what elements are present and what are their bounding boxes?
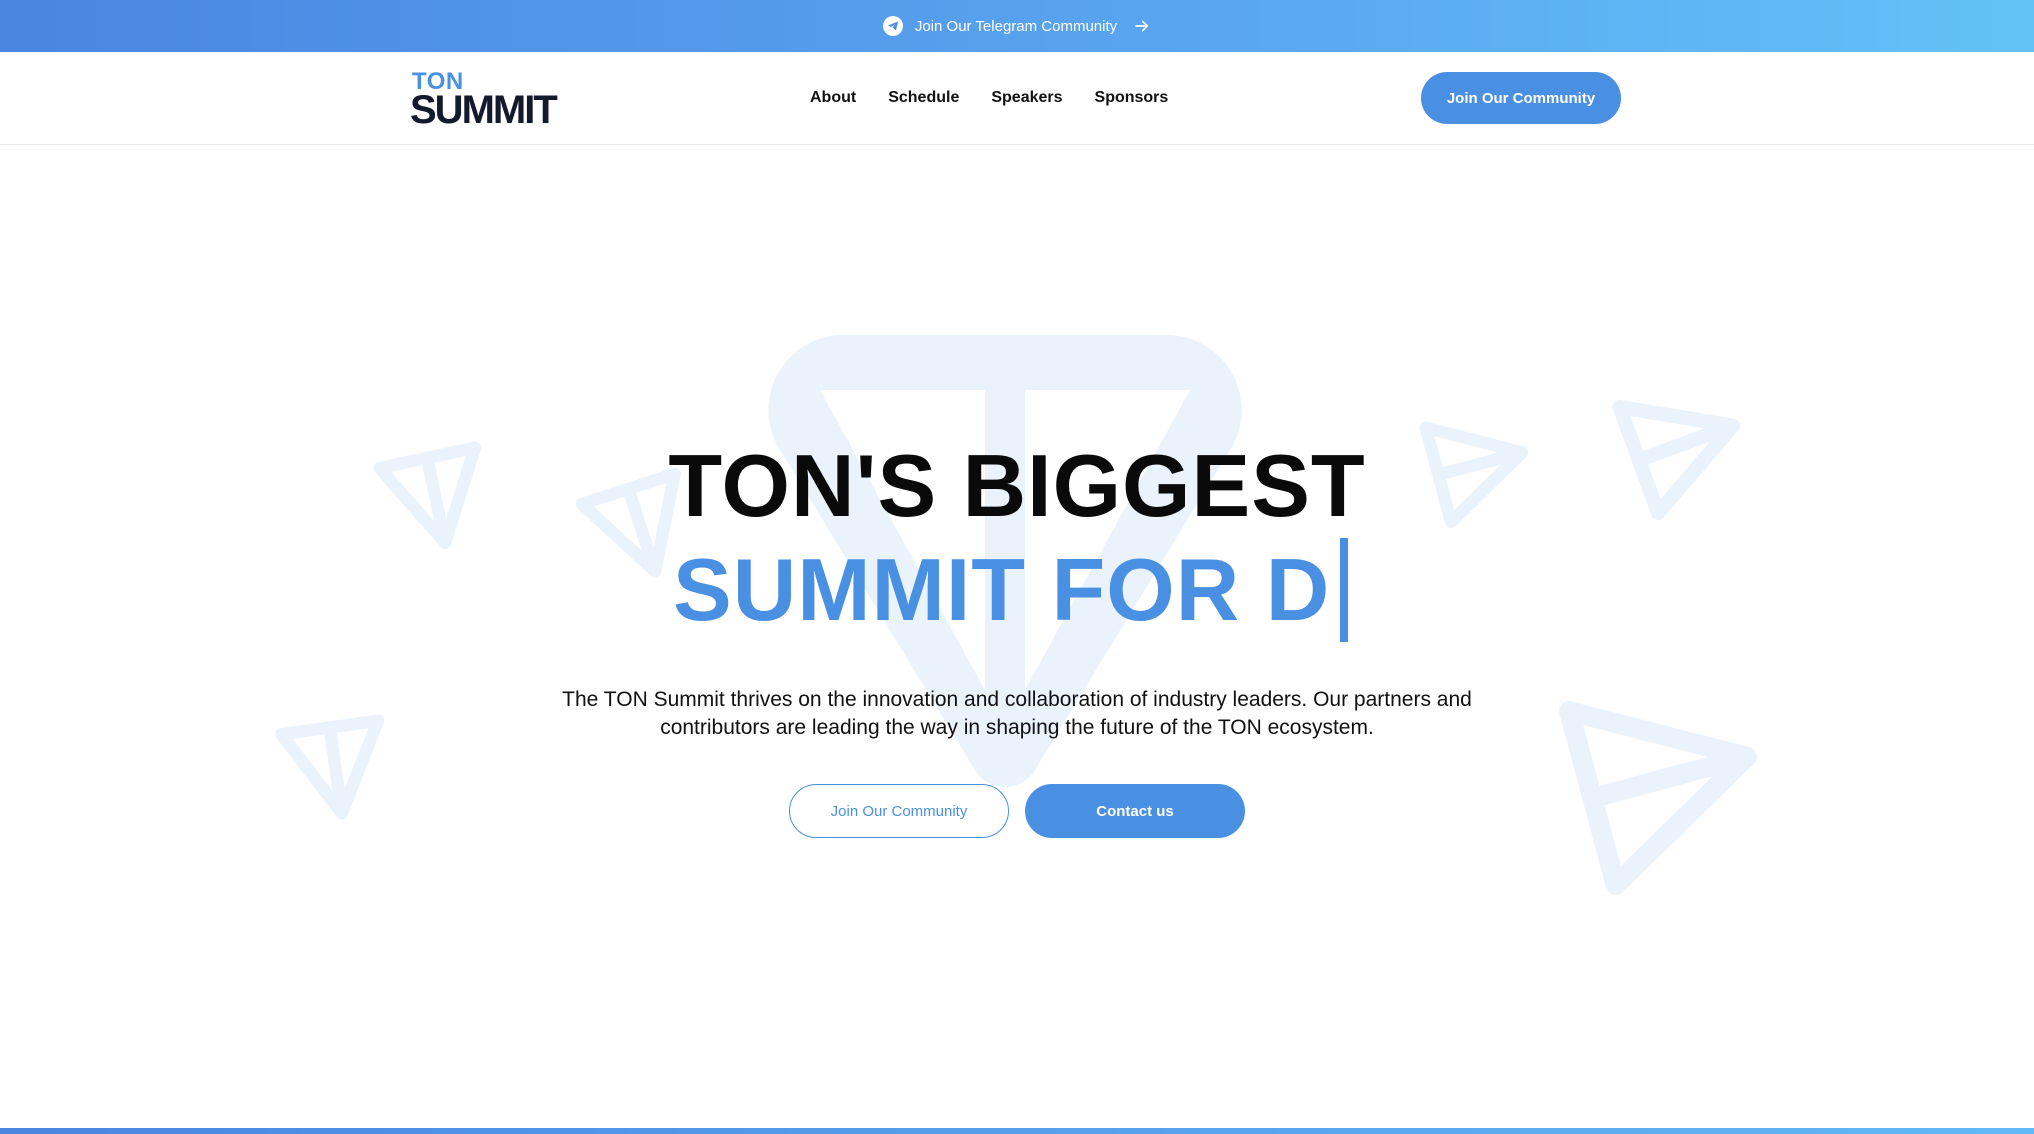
hero-title: TON'S BIGGEST bbox=[668, 436, 1366, 535]
hero-subtitle-text: SUMMIT FOR D bbox=[673, 540, 1331, 639]
typing-cursor bbox=[1340, 538, 1349, 642]
telegram-announcement-bar[interactable]: Join Our Telegram Community bbox=[0, 0, 2034, 52]
arrow-right-icon bbox=[1135, 20, 1149, 32]
nav-link-about[interactable]: About bbox=[810, 89, 856, 107]
nav-menu: About Schedule Speakers Sponsors bbox=[810, 52, 1168, 144]
ton-decor-icon bbox=[1559, 701, 1757, 896]
nav-link-speakers[interactable]: Speakers bbox=[991, 89, 1062, 107]
nav-link-sponsors[interactable]: Sponsors bbox=[1095, 89, 1169, 107]
main-navigation: TON SUMMIT About Schedule Speakers Spons… bbox=[0, 52, 2034, 145]
hero-description: The TON Summit thrives on the innovation… bbox=[562, 688, 1472, 739]
join-community-button[interactable]: Join Our Community bbox=[789, 784, 1009, 838]
hero-subtitle: SUMMIT FOR D bbox=[673, 538, 1349, 642]
nav-link-schedule[interactable]: Schedule bbox=[888, 89, 959, 107]
contact-us-button[interactable]: Contact us bbox=[1025, 784, 1245, 838]
ton-summit-logo[interactable]: TON SUMMIT bbox=[410, 68, 570, 132]
telegram-icon bbox=[882, 16, 903, 36]
ton-decor-icon bbox=[275, 714, 385, 820]
announcement-text: Join Our Telegram Community bbox=[914, 17, 1118, 35]
nav-join-community-button[interactable]: Join Our Community bbox=[1421, 72, 1621, 124]
logo-summit-text: SUMMIT bbox=[410, 88, 558, 132]
bottom-accent-bar bbox=[0, 1128, 2034, 1134]
